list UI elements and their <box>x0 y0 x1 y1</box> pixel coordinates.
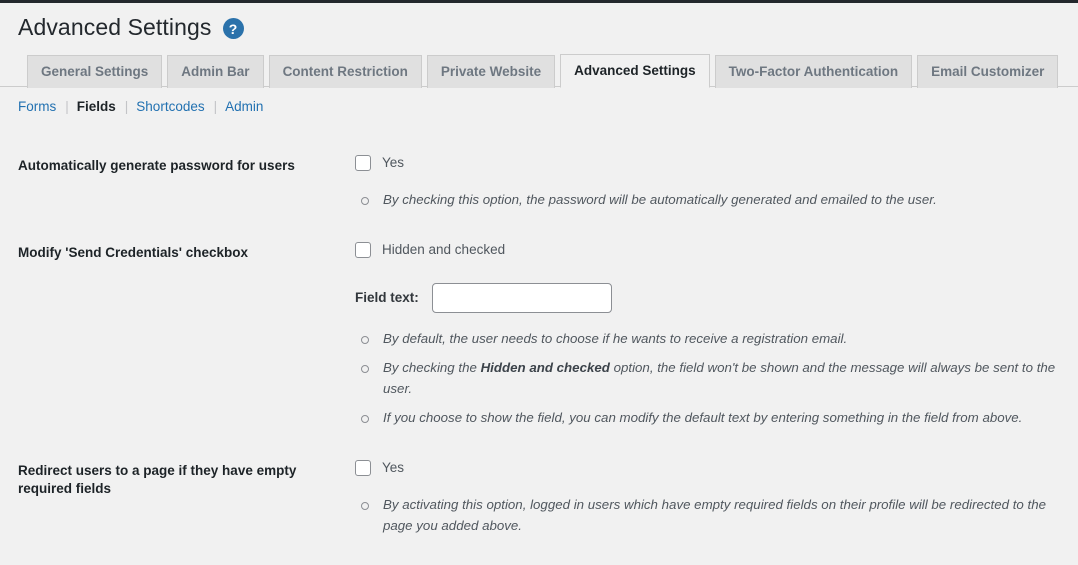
subnav-link-admin[interactable]: Admin <box>225 99 263 114</box>
checkbox-row: Hidden and checked <box>355 239 1062 261</box>
setting-control-auto-generate-password: Yes By checking this option, the passwor… <box>355 138 1078 225</box>
subnav-link-forms[interactable]: Forms <box>18 99 56 114</box>
bullet-icon <box>361 365 369 374</box>
subnav-item-admin: Admin <box>225 97 263 117</box>
setting-label-auto-generate-password: Automatically generate password for user… <box>18 158 295 173</box>
tab-content-restriction[interactable]: Content Restriction <box>268 55 422 88</box>
setting-label-redirect-empty-required-fields: Redirect users to a page if they have em… <box>18 463 297 497</box>
redirect-empty-required-fields-checkbox[interactable] <box>355 460 371 477</box>
checkbox-row: Yes <box>355 152 1062 174</box>
description-text: By checking this option, the password wi… <box>383 192 937 207</box>
description-text: If you choose to show the field, you can… <box>383 410 1023 426</box>
tab-general-settings[interactable]: General Settings <box>27 55 163 88</box>
description-item: By checking this option, the password wi… <box>355 190 1062 211</box>
setting-control-redirect-empty-required-fields: Yes By activating this option, logged in… <box>355 443 1078 550</box>
field-text-input[interactable] <box>431 282 612 313</box>
settings-page: Advanced Settings ? General Settings Admi… <box>0 3 1078 550</box>
subnav-divider: | <box>124 99 129 114</box>
setting-row-redirect-empty-required-fields: Redirect users to a page if they have em… <box>0 443 1078 550</box>
auto-generate-password-checkbox-label[interactable]: Yes <box>382 155 404 171</box>
tab-two-factor-authentication[interactable]: Two-Factor Authentication <box>714 55 913 88</box>
subnav-link-fields[interactable]: Fields <box>77 99 116 114</box>
description-text-bold: Hidden and checked <box>480 360 610 376</box>
help-circle-icon[interactable]: ? <box>222 18 244 39</box>
redirect-empty-required-fields-label[interactable]: Yes <box>382 460 404 476</box>
auto-generate-password-checkbox[interactable] <box>355 155 371 171</box>
subnav-divider: | <box>65 99 69 114</box>
bullet-icon <box>361 197 369 205</box>
bullet-icon <box>361 415 369 424</box>
subnav-item-shortcodes: Shortcodes | <box>136 97 225 117</box>
description-item: By activating this option, logged in use… <box>355 495 1062 536</box>
description-item: By checking the Hidden and checked optio… <box>355 358 1062 399</box>
field-text-label: Field text: <box>355 290 419 306</box>
sub-navigation: Forms | Fields | Shortcodes | Admin <box>0 97 1078 120</box>
subnav-item-fields: Fields | <box>77 97 137 117</box>
tab-email-customizer[interactable]: Email Customizer <box>917 55 1059 88</box>
description-text: By activating this option, logged in use… <box>383 497 1046 533</box>
description-text: By default, the user needs to choose if … <box>383 330 848 346</box>
tab-admin-bar[interactable]: Admin Bar <box>167 55 264 88</box>
page-header: Advanced Settings ? <box>0 3 1078 43</box>
tab-private-website[interactable]: Private Website <box>426 55 556 88</box>
subnav-link-shortcodes[interactable]: Shortcodes <box>136 99 204 114</box>
main-tab-bar: General Settings Admin Bar Content Restric… <box>0 54 1078 88</box>
page-title: Advanced Settings <box>18 14 212 40</box>
subnav-item-forms: Forms | <box>18 97 77 117</box>
subnav-divider: | <box>213 99 218 114</box>
setting-label-send-credentials: Modify 'Send Credentials' checkbox <box>18 244 248 260</box>
description-item: By default, the user needs to choose if … <box>355 329 1062 350</box>
description-text-before: By checking the <box>383 360 481 376</box>
setting-control-send-credentials: Hidden and checked Field text: By defaul… <box>355 225 1078 443</box>
setting-row-auto-generate-password: Automatically generate password for user… <box>0 138 1078 225</box>
tab-advanced-settings[interactable]: Advanced Settings <box>560 54 710 88</box>
description-list: By checking this option, the password wi… <box>355 190 1062 211</box>
bullet-icon <box>361 502 369 511</box>
checkbox-row: Yes <box>355 457 1062 479</box>
description-list: By default, the user needs to choose if … <box>355 329 1062 429</box>
description-item: If you choose to show the field, you can… <box>355 408 1062 429</box>
send-credentials-hidden-checked-checkbox[interactable] <box>355 241 371 258</box>
send-credentials-hidden-checked-label[interactable]: Hidden and checked <box>382 242 505 258</box>
setting-row-send-credentials: Modify 'Send Credentials' checkbox Hidde… <box>0 225 1078 443</box>
description-list: By activating this option, logged in use… <box>355 495 1062 536</box>
bullet-icon <box>361 335 369 344</box>
field-text-row: Field text: <box>355 282 1062 313</box>
settings-form-table: Automatically generate password for user… <box>0 138 1078 550</box>
